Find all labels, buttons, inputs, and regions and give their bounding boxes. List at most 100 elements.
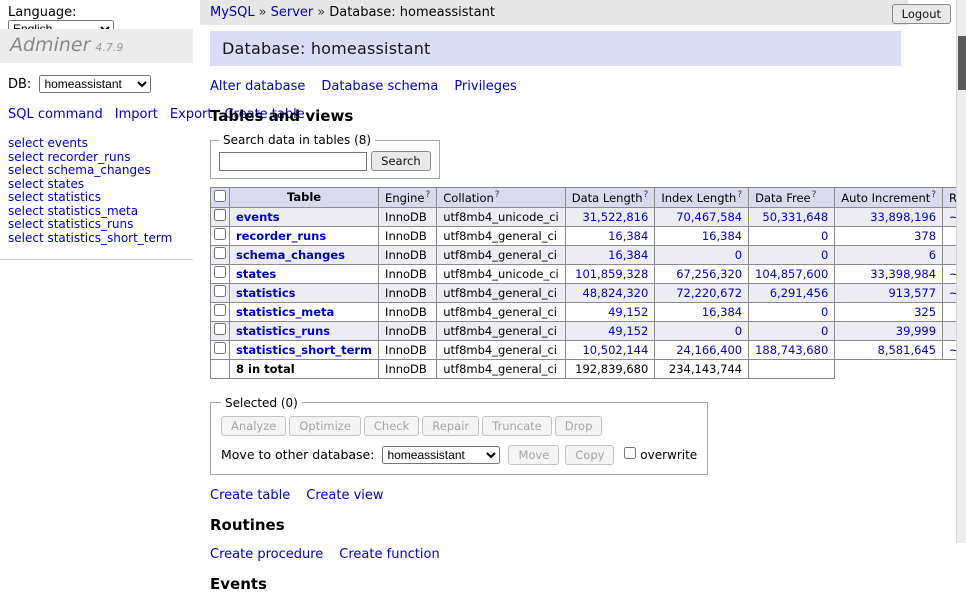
data-free-cell: 188,743,680 — [749, 340, 835, 359]
data-length-cell: 10,502,144 — [565, 340, 655, 359]
index-length-cell: 0 — [655, 321, 749, 340]
table-link-recorder-runs[interactable]: recorder_runs — [236, 229, 326, 243]
search-input[interactable] — [219, 152, 367, 171]
drop-button[interactable]: Drop — [555, 416, 603, 436]
engine-cell: InnoDB — [379, 302, 437, 321]
row-checkbox[interactable] — [214, 247, 226, 259]
column-header-collation[interactable]: Collation? — [437, 188, 566, 208]
database-action-link-alter-database[interactable]: Alter database — [210, 79, 305, 94]
sidebar-quick-link-sql-command[interactable]: SQL command — [8, 107, 103, 122]
database-action-links: Alter database Database schema Privileges — [210, 79, 901, 94]
column-help-icon[interactable]: ? — [737, 190, 742, 200]
table-row-schema-changes: schema_changesInnoDButf8mb4_general_ci16… — [211, 245, 966, 264]
collation-cell: utf8mb4_general_ci — [437, 321, 566, 340]
column-header-auto-increment[interactable]: Auto Increment? — [835, 188, 943, 208]
repair-button[interactable]: Repair — [422, 416, 479, 436]
scrollbar-thumb[interactable] — [958, 36, 966, 90]
index-length-cell: 24,166,400 — [655, 340, 749, 359]
row-checkbox[interactable] — [214, 228, 226, 240]
row-checkbox-cell — [211, 207, 230, 226]
brand-name: Adminer — [10, 34, 90, 56]
sidebar-select-link-select-statistics-short-term[interactable]: select statistics_short_term — [8, 232, 185, 245]
column-help-icon[interactable]: ? — [812, 190, 817, 200]
data-length-cell: 49,152 — [565, 321, 655, 340]
copy-button[interactable]: Copy — [565, 445, 614, 465]
move-row: Move to other database: homeassistant Mo… — [221, 445, 697, 465]
table-link-states[interactable]: states — [236, 267, 276, 281]
create-link-create-table[interactable]: Create table — [210, 488, 290, 503]
breadcrumb-link-server[interactable]: Server — [271, 5, 314, 20]
analyze-button[interactable]: Analyze — [221, 416, 286, 436]
table-name-cell: recorder_runs — [230, 226, 379, 245]
database-action-link-privileges[interactable]: Privileges — [454, 79, 517, 94]
table-link-statistics[interactable]: statistics — [236, 286, 296, 300]
language-label: Language: — [8, 5, 77, 20]
engine-cell: InnoDB — [379, 245, 437, 264]
column-help-icon[interactable]: ? — [644, 190, 649, 200]
data-free-cell: 0 — [749, 245, 835, 264]
row-checkbox[interactable] — [214, 285, 226, 297]
logout-button[interactable]: Logout — [892, 4, 951, 24]
column-header-data-free[interactable]: Data Free? — [749, 188, 835, 208]
auto-increment-cell: 8,581,645 — [835, 340, 943, 359]
index-length-cell: 67,256,320 — [655, 264, 749, 283]
row-checkbox[interactable] — [214, 266, 226, 278]
db-select[interactable]: homeassistant — [39, 75, 151, 93]
row-checkbox[interactable] — [214, 304, 226, 316]
total-data-free-cell — [749, 359, 835, 378]
create-link-create-view[interactable]: Create view — [306, 488, 383, 503]
table-row-statistics-meta: statistics_metaInnoDButf8mb4_general_ci4… — [211, 302, 966, 321]
table-link-statistics-meta[interactable]: statistics_meta — [236, 305, 334, 319]
optimize-button[interactable]: Optimize — [289, 416, 361, 436]
sidebar-quick-links: SQL commandImportExportCreate table — [0, 97, 180, 129]
table-link-schema-changes[interactable]: schema_changes — [236, 248, 345, 262]
sidebar-select-link-select-statistics-meta[interactable]: select statistics_meta — [8, 205, 185, 218]
brand-version: 4.7.9 — [95, 41, 123, 54]
column-header-engine[interactable]: Engine? — [379, 188, 437, 208]
move-button[interactable]: Move — [508, 445, 559, 465]
sidebar-select-link-select-recorder-runs[interactable]: select recorder_runs — [8, 151, 185, 164]
routine-link-create-function[interactable]: Create function — [339, 547, 439, 562]
column-header-data-length[interactable]: Data Length? — [565, 188, 655, 208]
scrollbar-track[interactable] — [956, 0, 966, 543]
table-row-states: statesInnoDButf8mb4_unicode_ci101,859,32… — [211, 264, 966, 283]
check-button[interactable]: Check — [364, 416, 419, 436]
tables-overview: TableEngine?Collation?Data Length?Index … — [210, 187, 966, 379]
tables-body: eventsInnoDButf8mb4_unicode_ci31,522,816… — [211, 207, 966, 359]
breadcrumb-link-mysql[interactable]: MySQL — [210, 5, 255, 20]
sidebar-select-link-select-statistics[interactable]: select statistics — [8, 191, 185, 204]
auto-increment-cell: 33,398,984 — [835, 264, 943, 283]
routine-link-create-procedure[interactable]: Create procedure — [210, 547, 323, 562]
column-help-icon[interactable]: ? — [425, 190, 430, 200]
data-free-cell: 0 — [749, 226, 835, 245]
column-help-icon[interactable]: ? — [931, 190, 936, 200]
table-name-cell: statistics_meta — [230, 302, 379, 321]
sidebar-quick-link-export[interactable]: Export — [170, 107, 213, 122]
table-link-statistics-short-term[interactable]: statistics_short_term — [236, 343, 372, 357]
row-checkbox[interactable] — [214, 342, 226, 354]
overwrite-checkbox[interactable] — [624, 447, 636, 459]
move-database-select[interactable]: homeassistant — [382, 446, 500, 464]
sidebar-quick-link-import[interactable]: Import — [115, 107, 158, 122]
data-length-cell: 31,522,816 — [565, 207, 655, 226]
sidebar-select-link-select-events[interactable]: select events — [8, 137, 185, 150]
database-action-link-database-schema[interactable]: Database schema — [321, 79, 438, 94]
data-free-cell: 0 — [749, 321, 835, 340]
tables-header-row: TableEngine?Collation?Data Length?Index … — [211, 188, 966, 208]
row-checkbox[interactable] — [214, 323, 226, 335]
table-link-events[interactable]: events — [236, 210, 280, 224]
sidebar: Adminer4.7.9 DB: homeassistant SQL comma… — [0, 25, 193, 543]
column-help-icon[interactable]: ? — [495, 190, 500, 200]
search-button[interactable]: Search — [371, 151, 431, 171]
sidebar-select-link-select-statistics-runs[interactable]: select statistics_runs — [8, 218, 185, 231]
truncate-button[interactable]: Truncate — [482, 416, 552, 436]
row-checkbox[interactable] — [214, 209, 226, 221]
select-all-checkbox[interactable] — [214, 190, 226, 202]
auto-increment-cell: 33,898,196 — [835, 207, 943, 226]
table-link-statistics-runs[interactable]: statistics_runs — [236, 324, 330, 338]
data-length-cell: 48,824,320 — [565, 283, 655, 302]
routines-heading: Routines — [210, 516, 901, 534]
sidebar-select-link-select-schema-changes[interactable]: select schema_changes — [8, 164, 185, 177]
sidebar-select-link-select-states[interactable]: select states — [8, 178, 185, 191]
column-header-index-length[interactable]: Index Length? — [655, 188, 749, 208]
